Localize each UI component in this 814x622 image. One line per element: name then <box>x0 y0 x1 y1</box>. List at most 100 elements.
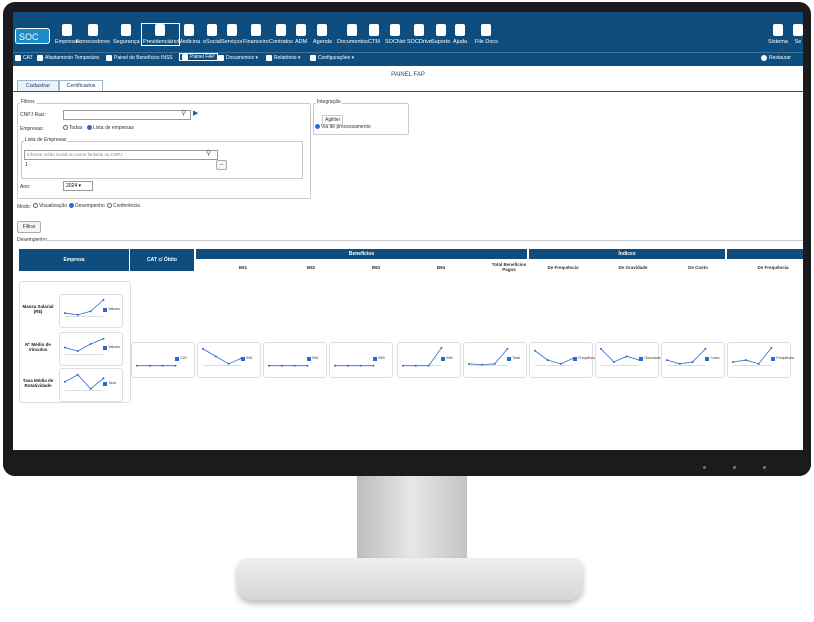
topnav-icon <box>347 24 358 36</box>
chart-legend-label: Taxa <box>108 380 116 385</box>
subnav-label: CAT <box>23 55 33 61</box>
led-dot <box>703 466 706 469</box>
mini-chart-svg <box>600 347 641 366</box>
chart-legend-swatch <box>175 356 180 361</box>
mini-chart-svg <box>64 337 105 355</box>
topnav-item-3[interactable]: Previdenciário <box>141 23 180 46</box>
topnav-icon <box>62 24 73 36</box>
search-icon[interactable]: ⚲ <box>181 109 186 117</box>
radio-via[interactable]: Via de processamento <box>315 124 371 130</box>
subnav-icon <box>310 55 316 61</box>
remove-item-button[interactable]: – <box>216 160 227 170</box>
cnpj-input[interactable] <box>63 110 191 120</box>
chart-line <box>64 299 104 316</box>
modo-conferencia[interactable]: Conferência <box>107 203 140 209</box>
mini-chart-svg <box>468 347 509 366</box>
topnav-item-9[interactable]: ADM <box>295 24 307 45</box>
topnav-item-15[interactable]: Suporte <box>431 24 450 45</box>
page-title: PAINEL FAP <box>391 72 425 78</box>
topnav-item-14[interactable]: SOCDrive <box>407 24 432 45</box>
subnav-item-2[interactable]: Painel de Benefícios INSS <box>106 55 173 61</box>
topnav-label: Serviços <box>221 39 243 45</box>
radio-via-label: Via de processamento <box>321 124 371 130</box>
topnav-item-17[interactable]: File Docs <box>475 24 498 45</box>
group-extra <box>727 249 803 259</box>
topnav-item-8[interactable]: Contratos <box>269 24 293 45</box>
chart-legend-swatch <box>771 356 776 361</box>
restore-button[interactable]: Restaurar <box>761 55 791 61</box>
topnav-item-10[interactable]: Agenda <box>313 24 332 45</box>
topnav-item-1[interactable]: Fornecedores <box>76 24 110 45</box>
empresa-search-input[interactable]: Informe razão social ou nome fantasia ou… <box>24 150 218 160</box>
ano-select[interactable]: 2024 ▾ <box>63 181 93 191</box>
subnav-icon <box>266 55 272 61</box>
tab-certificados[interactable]: Certificados <box>59 80 103 91</box>
chart-legend-swatch <box>507 356 512 361</box>
radio-todas[interactable]: Todas <box>63 125 82 131</box>
topnav-icon <box>87 24 98 36</box>
topnav-item-7[interactable]: Financeiro <box>243 24 269 45</box>
subnav-item-5[interactable]: Relatórios ▾ <box>266 55 300 61</box>
subnav-item-3[interactable]: Painel FAP <box>179 53 218 61</box>
monitor-stand-neck <box>357 476 467 566</box>
subnav-label: Afastamento Temporário <box>45 55 100 61</box>
subnav-item-6[interactable]: Configurações ▾ <box>310 55 354 61</box>
topnav-item-4[interactable]: Medicina <box>178 24 200 45</box>
topnav-right-0[interactable]: Sistema <box>768 24 788 45</box>
topnav-label: ADM <box>295 39 308 45</box>
row-label: Massa Salarial (R$) <box>22 304 54 314</box>
radio-via-circle[interactable] <box>315 124 320 130</box>
group-indices: Índices <box>529 249 725 259</box>
modo-desempenho-circle[interactable] <box>69 203 74 209</box>
topnav-item-16[interactable]: Ajuda <box>453 24 467 45</box>
modo-visualizacao-circle[interactable] <box>33 203 38 209</box>
tab-cadastrar[interactable]: Cadastrar <box>17 80 59 91</box>
mini-chart: Valores <box>59 332 123 366</box>
topnav-item-5[interactable]: eSocial <box>203 24 221 45</box>
play-icon[interactable]: ▶ <box>193 109 198 117</box>
topnav-label: Segurança <box>113 39 140 45</box>
filtrar-button[interactable]: Filtrar <box>17 221 41 233</box>
ano-label: Ano: <box>20 184 31 190</box>
subnav-item-1[interactable]: Afastamento Temporário <box>37 55 99 61</box>
modo-desempenho[interactable]: Desempenho <box>69 203 105 209</box>
subnav-item-0[interactable]: CAT <box>15 55 33 61</box>
subnav-item-4[interactable]: Documentos ▾ <box>218 55 258 61</box>
mini-chart: B92 <box>263 342 327 378</box>
topnav-icon <box>275 24 286 36</box>
subheader-beneficio: B94 <box>436 265 446 270</box>
modo-desempenho-label: Desempenho <box>75 203 105 209</box>
modo-conferencia-circle[interactable] <box>107 203 112 209</box>
subheader-beneficio: Total Benefícios Pagos <box>491 262 527 272</box>
mini-chart: Valores <box>59 294 123 328</box>
topnav-label: Se <box>794 39 802 45</box>
mini-chart: B94 <box>397 342 461 378</box>
topnav-label: Agenda <box>313 39 332 45</box>
chart-line <box>732 347 772 365</box>
modo-visualizacao[interactable]: Visualização <box>33 203 67 209</box>
topnav-item-12[interactable]: CTM <box>368 24 380 45</box>
radio-todas-circle[interactable] <box>63 125 68 131</box>
restore-icon <box>761 55 767 61</box>
mini-chart: Frequência <box>727 342 794 378</box>
topnav-item-6[interactable]: Serviços <box>221 24 242 45</box>
led-dot <box>733 466 736 469</box>
topnav-icon <box>250 24 261 36</box>
radio-lista-circle[interactable] <box>87 125 92 131</box>
topnav-label: Ajuda <box>453 39 468 45</box>
mini-chart: Frequência <box>529 342 596 378</box>
topnav-label: eSocial <box>203 39 222 45</box>
topnav-right-1[interactable]: Se <box>793 24 803 45</box>
mini-chart: B91 <box>197 342 261 378</box>
radio-lista-label: Lista de empresas <box>93 125 134 131</box>
topnav-icon <box>435 24 446 36</box>
topnav-icon <box>481 24 492 36</box>
topnav-item-13[interactable]: SOCNet <box>385 24 405 45</box>
topnav-item-2[interactable]: Segurança <box>113 24 140 45</box>
topnav-item-11[interactable]: Documentos <box>337 24 368 45</box>
monitor-chin <box>13 403 803 450</box>
empresa-search-icon[interactable]: ⚲ <box>206 149 211 157</box>
topnav-icon <box>226 24 237 36</box>
mini-chart: Gravidade <box>595 342 661 378</box>
radio-lista[interactable]: Lista de empresas <box>87 125 134 131</box>
